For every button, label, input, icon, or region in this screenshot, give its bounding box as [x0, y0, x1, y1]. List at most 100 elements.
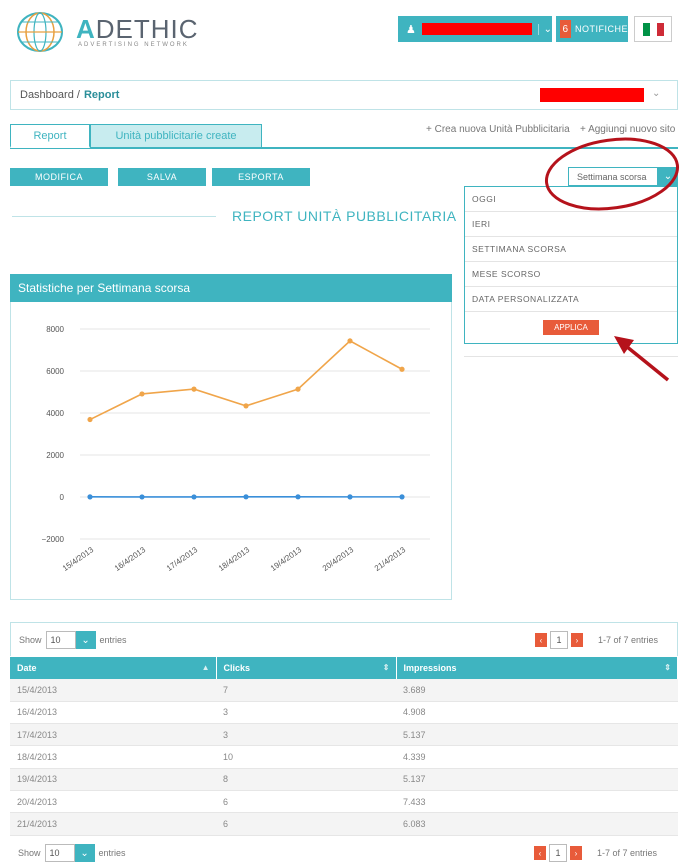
pagination: ‹ 1 › 1-7 of 7 entries — [535, 631, 658, 649]
cell-date: 15/4/2013 — [10, 679, 216, 702]
page-number[interactable]: 1 — [549, 844, 567, 862]
cell-clicks: 10 — [216, 745, 396, 769]
cell-clicks: 6 — [216, 790, 396, 814]
chevron-down-icon[interactable]: ⌄ — [652, 88, 660, 99]
table-row: 16/4/2013 3 4.908 — [10, 701, 678, 725]
cell-impressions: 5.137 — [396, 723, 678, 747]
y-tick-label: 6000 — [46, 367, 64, 376]
y-tick-label: 4000 — [46, 409, 64, 418]
period-option-last-week[interactable]: SETTIMANA SCORSA — [465, 237, 677, 262]
cell-clicks: 3 — [216, 723, 396, 747]
x-tick-label: 19/4/2013 — [269, 545, 304, 573]
cell-clicks: 8 — [216, 768, 396, 791]
period-select[interactable]: Settimana scorsa — [568, 167, 658, 186]
table-controls-top: Show 10 ⌄ entries ‹ 1 › 1-7 of 7 entries — [10, 622, 678, 656]
cell-clicks: 3 — [216, 701, 396, 725]
x-tick-label: 21/4/2013 — [373, 545, 408, 573]
page-info: 1-7 of 7 entries — [597, 848, 658, 858]
logo-subtitle: ADVERTISING NETWORK — [78, 42, 189, 48]
data-point — [243, 403, 249, 409]
cell-impressions: 5.137 — [396, 768, 678, 791]
redacted-username — [421, 23, 532, 35]
column-header-impressions[interactable]: Impressions ⇕ — [396, 657, 678, 679]
data-point — [399, 366, 405, 372]
user-menu-button[interactable]: ♟ ⌄ — [398, 16, 552, 42]
tab-report[interactable]: Report — [10, 124, 90, 148]
cell-impressions: 3.689 — [396, 679, 678, 702]
cell-impressions: 7.433 — [396, 790, 678, 814]
page-size-select[interactable]: 10 — [44, 844, 75, 862]
page-size-select[interactable]: 10 — [45, 631, 76, 649]
period-option-today[interactable]: OGGI — [465, 187, 677, 212]
entries-label: entries — [98, 848, 126, 858]
cell-date: 18/4/2013 — [10, 745, 216, 769]
data-point — [139, 494, 145, 500]
divider — [464, 356, 678, 357]
cell-date: 16/4/2013 — [10, 701, 216, 725]
apply-button[interactable]: APPLICA — [543, 320, 599, 335]
page-number[interactable]: 1 — [550, 631, 568, 649]
cell-date: 19/4/2013 — [10, 768, 216, 791]
save-button[interactable]: SALVA — [118, 168, 206, 186]
x-tick-label: 17/4/2013 — [165, 545, 200, 573]
tab-divider — [10, 147, 678, 149]
table-row: 20/4/2013 6 7.433 — [10, 790, 678, 814]
cell-date: 20/4/2013 — [10, 790, 216, 814]
page-info: 1-7 of 7 entries — [598, 635, 659, 645]
breadcrumb-dashboard[interactable]: Dashboard / — [20, 89, 80, 101]
period-option-custom[interactable]: DATA PERSONALIZZATA — [465, 287, 677, 312]
chevron-down-icon[interactable]: ⌄ — [658, 167, 678, 186]
data-point — [87, 494, 93, 500]
cell-date: 21/4/2013 — [10, 812, 216, 836]
table-row: 15/4/2013 7 3.689 — [10, 679, 678, 702]
table-row: 18/4/2013 10 4.339 — [10, 745, 678, 769]
export-button[interactable]: ESPORTA — [212, 168, 310, 186]
chart-panel-title: Statistiche per Settimana scorsa — [10, 274, 452, 302]
chevron-down-icon[interactable]: ⌄ — [74, 844, 95, 862]
redacted-site-selector[interactable] — [540, 88, 644, 102]
column-header-date[interactable]: Date ▲ — [10, 657, 217, 679]
y-tick-label: −2000 — [42, 535, 65, 544]
edit-button[interactable]: MODIFICA — [10, 168, 108, 186]
pagination: ‹ 1 › 1-7 of 7 entries — [534, 844, 657, 862]
y-tick-label: 2000 — [46, 451, 64, 460]
report-title: REPORT UNITÀ PUBBLICITARIA — [232, 208, 457, 224]
chevron-down-icon: ⌄ — [537, 23, 552, 35]
tab-created-ad-units[interactable]: Unità pubblicitarie create — [90, 124, 262, 148]
table-controls-bottom: Show 10 ⌄ entries ‹ 1 › 1-7 of 7 entries — [10, 842, 678, 864]
show-label: Show — [18, 848, 41, 858]
cell-impressions: 6.083 — [396, 812, 678, 836]
period-option-last-month[interactable]: MESE SCORSO — [465, 262, 677, 287]
create-ad-unit-link[interactable]: + Crea nuova Unità Pubblicitaria — [426, 124, 570, 135]
prev-page-icon[interactable]: ‹ — [534, 846, 546, 860]
user-icon: ♟ — [406, 23, 416, 36]
x-tick-label: 20/4/2013 — [321, 545, 356, 573]
chevron-down-icon[interactable]: ⌄ — [75, 631, 96, 649]
data-point — [347, 338, 353, 344]
prev-page-icon[interactable]: ‹ — [535, 633, 547, 647]
next-page-icon[interactable]: › — [570, 846, 582, 860]
logo-text: ADETHIC — [76, 14, 199, 44]
period-option-yesterday[interactable]: IERI — [465, 212, 677, 237]
logo-icon — [17, 12, 63, 52]
data-point — [139, 391, 145, 397]
x-tick-label: 15/4/2013 — [61, 545, 96, 573]
cell-clicks: 7 — [216, 679, 396, 702]
sort-icon: ⇕ — [382, 663, 390, 672]
column-header-clicks[interactable]: Clicks ⇕ — [216, 657, 397, 679]
annotation-arrow-line — [624, 344, 670, 382]
add-site-link[interactable]: + Aggiungi nuovo sito — [580, 124, 688, 135]
page-size-control: Show 10 ⌄ entries — [18, 844, 126, 862]
table-row: 19/4/2013 8 5.137 — [10, 768, 678, 791]
italian-flag-icon[interactable] — [634, 16, 672, 42]
notification-count-badge: 6 — [560, 20, 571, 38]
cell-impressions: 4.908 — [396, 701, 678, 725]
data-point — [295, 494, 301, 500]
notifications-button[interactable]: 6 NOTIFICHE — [556, 16, 628, 42]
show-label: Show — [19, 635, 42, 645]
y-tick-label: 0 — [60, 493, 65, 502]
line-chart: −2000 0 2000 4000 6000 8000 15/4/2013 16/4/2013… — [42, 325, 430, 573]
period-dropdown: OGGI IERI SETTIMANA SCORSA MESE SCORSO D… — [464, 186, 678, 344]
sort-icon: ⇕ — [664, 663, 671, 672]
next-page-icon[interactable]: › — [571, 633, 583, 647]
